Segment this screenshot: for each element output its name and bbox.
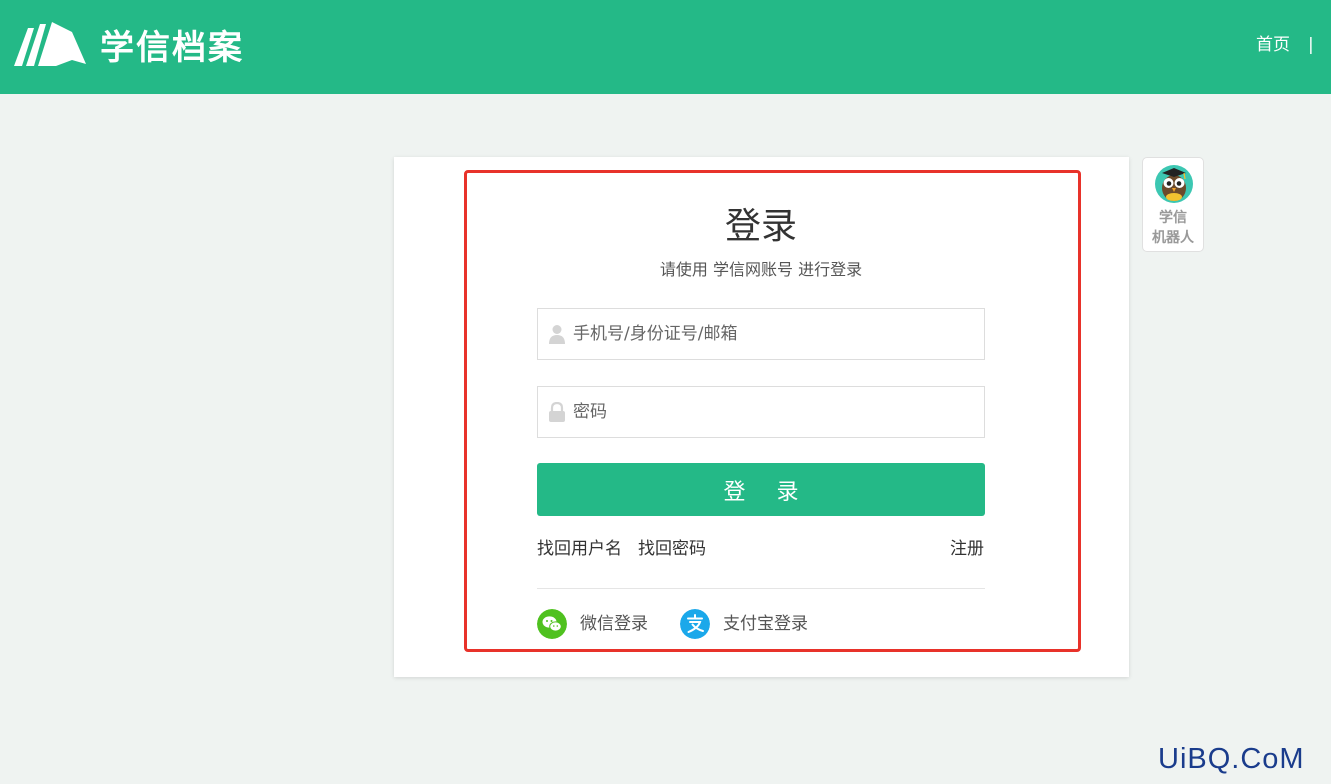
user-icon <box>549 325 565 344</box>
logo-icon <box>14 22 86 66</box>
wechat-login-link[interactable]: 微信登录 <box>580 612 648 636</box>
nav-home-link[interactable]: 首页 <box>1256 33 1290 57</box>
alipay-icon[interactable] <box>680 609 710 639</box>
register-link[interactable]: 注册 <box>950 537 984 561</box>
username-field[interactable] <box>537 308 985 360</box>
owl-robot-icon <box>1155 165 1193 203</box>
login-button[interactable]: 登 录 <box>537 463 985 516</box>
brand-name[interactable]: 学信档案 <box>100 26 244 70</box>
username-input[interactable] <box>573 309 978 359</box>
find-username-link[interactable]: 找回用户名 <box>537 537 622 561</box>
nav-separator: | <box>1308 35 1314 55</box>
login-subtitle: 请使用 学信网账号 进行登录 <box>659 260 863 279</box>
login-title: 登录 <box>724 206 797 247</box>
divider <box>537 588 985 589</box>
alipay-login-link[interactable]: 支付宝登录 <box>723 612 808 636</box>
robot-assistant-button[interactable]: 学信 机器人 <box>1142 157 1204 252</box>
top-header: 学信档案 首页 | <box>0 0 1331 94</box>
wechat-icon[interactable] <box>537 609 567 639</box>
lock-icon <box>549 402 565 422</box>
find-password-link[interactable]: 找回密码 <box>638 537 706 561</box>
robot-label: 学信 机器人 <box>1152 210 1194 246</box>
password-input[interactable] <box>573 387 978 437</box>
password-field[interactable] <box>537 386 985 438</box>
watermark-text: UiBQ.CoM <box>1158 743 1305 775</box>
